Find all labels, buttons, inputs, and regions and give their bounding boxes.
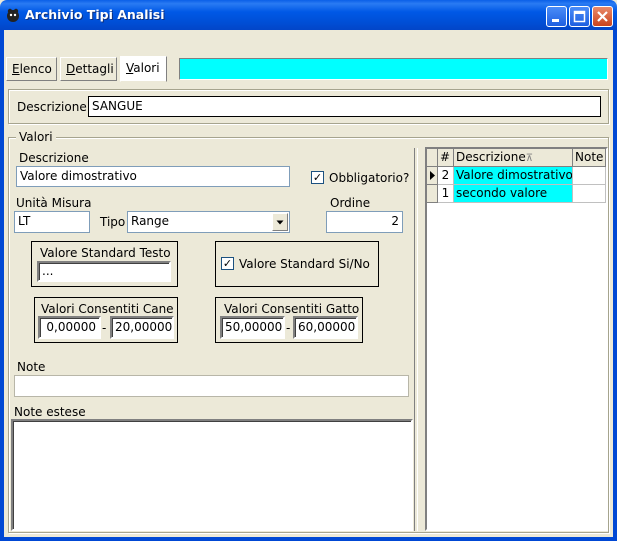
std-testo-title: Valore Standard Testo xyxy=(40,246,171,260)
obbligatorio-label: Obbligatorio? xyxy=(329,171,410,185)
tipo-label: Tipo xyxy=(100,215,126,229)
valore-descrizione-label: Descrizione xyxy=(19,151,89,165)
grid-cell-num[interactable]: 2 xyxy=(438,167,454,185)
cane-range-sep: - xyxy=(102,321,107,335)
window-border-right xyxy=(613,30,617,541)
window-border-bottom xyxy=(0,537,617,541)
tab-dettagli[interactable]: Dettagli xyxy=(60,57,117,81)
grid-row-selector[interactable] xyxy=(427,185,438,203)
cane-max-input[interactable]: 20,00000 xyxy=(110,316,174,339)
ordine-label: Ordine xyxy=(330,196,371,210)
valori-grid[interactable]: # Descrizione⊼ Note 2 Valore dimostrativ… xyxy=(425,147,608,531)
grid-header-descrizione[interactable]: Descrizione⊼ xyxy=(454,149,573,167)
unita-misura-label: Unità Misura xyxy=(16,196,92,210)
minimize-icon xyxy=(552,19,559,22)
note-label: Note xyxy=(17,360,46,374)
app-icon xyxy=(5,7,21,23)
grid-row-selector[interactable] xyxy=(427,167,438,185)
note-estese-textarea[interactable] xyxy=(11,419,413,531)
tab-dettagli-label: Dettagli xyxy=(66,62,114,76)
valori-group-title: Valori xyxy=(16,130,56,144)
sort-arrow-icon: ⊼ xyxy=(525,153,534,164)
obbligatorio-checkbox[interactable]: ✓ xyxy=(311,171,324,184)
tab-elenco[interactable]: Elenco xyxy=(6,57,57,81)
grid-row-selector-header xyxy=(427,149,438,167)
cane-title: Valori Consentiti Cane xyxy=(41,302,174,316)
unita-misura-input[interactable]: LT xyxy=(14,211,90,233)
minimize-button[interactable] xyxy=(546,6,567,27)
window-border-left xyxy=(0,30,4,541)
grid-header-descrizione-label: Descrizione xyxy=(456,150,526,164)
note-estese-label: Note estese xyxy=(14,405,86,419)
std-sino-checkbox[interactable]: ✓ xyxy=(221,257,234,270)
gatto-range-sep: - xyxy=(286,321,291,335)
grid-cell-descrizione[interactable]: secondo valore xyxy=(454,185,573,203)
tipo-select-value: Range xyxy=(131,214,170,228)
grid-cell-note[interactable] xyxy=(573,185,606,203)
tab-valori-label: Valori xyxy=(126,61,160,75)
maximize-icon xyxy=(573,10,586,23)
close-button[interactable] xyxy=(592,6,613,27)
note-input[interactable] xyxy=(14,375,409,397)
ordine-input[interactable]: 2 xyxy=(326,211,403,233)
current-row-arrow-icon xyxy=(430,171,435,180)
tab-elenco-label: Elenco xyxy=(12,62,52,76)
tab-header-field xyxy=(179,58,608,80)
cane-min-input[interactable]: 0,00000 xyxy=(38,316,101,339)
valore-descrizione-input[interactable]: Valore dimostrativo xyxy=(16,166,290,187)
descrizione-input[interactable]: SANGUE xyxy=(88,96,601,117)
chevron-down-icon[interactable] xyxy=(272,213,288,231)
std-sino-label: Valore Standard Si/No xyxy=(239,257,370,271)
close-icon xyxy=(597,11,608,22)
gatto-title: Valori Consentiti Gatto xyxy=(224,302,360,316)
gatto-max-input[interactable]: 60,00000 xyxy=(293,316,358,339)
panel-splitter[interactable] xyxy=(414,148,418,531)
maximize-button[interactable] xyxy=(569,6,590,27)
window-title: Archivio Tipi Analisi xyxy=(25,7,165,22)
std-testo-input[interactable]: ... xyxy=(37,261,171,282)
tipo-select[interactable]: Range xyxy=(127,211,290,233)
descrizione-label: Descrizione xyxy=(17,100,87,114)
grid-header-num[interactable]: # xyxy=(438,149,454,167)
tab-valori[interactable]: Valori xyxy=(120,56,167,82)
grid-cell-note[interactable] xyxy=(573,167,606,185)
grid-cell-descrizione[interactable]: Valore dimostrativo xyxy=(454,167,573,185)
grid-header-note[interactable]: Note xyxy=(573,149,606,167)
gatto-min-input[interactable]: 50,00000 xyxy=(220,316,285,339)
grid-cell-num[interactable]: 1 xyxy=(438,185,454,203)
